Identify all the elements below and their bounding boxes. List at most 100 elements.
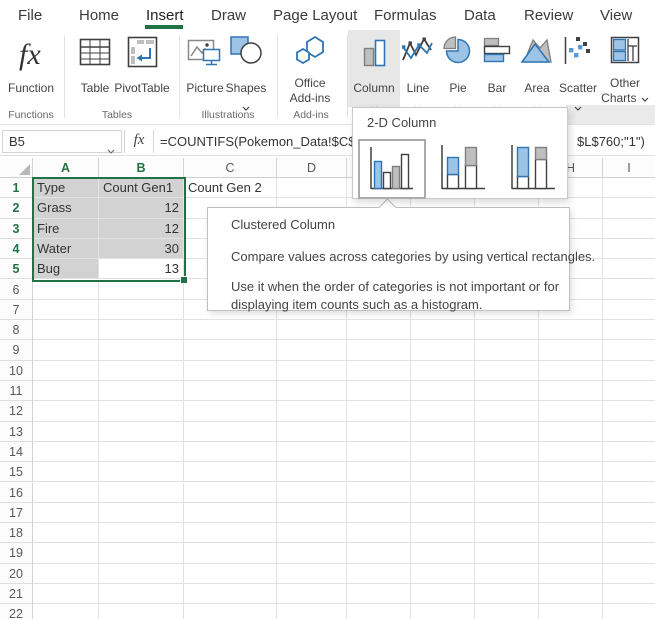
row-header-18[interactable]: 18 <box>0 523 33 543</box>
cell-I1[interactable] <box>603 178 655 198</box>
cell-I16[interactable] <box>603 483 655 503</box>
row-header-6[interactable]: 6 <box>0 280 33 300</box>
column-header-C[interactable]: C <box>184 158 277 178</box>
cell-C11[interactable] <box>184 381 277 401</box>
cell-I15[interactable] <box>603 462 655 482</box>
cell-I10[interactable] <box>603 361 655 381</box>
cell-I11[interactable] <box>603 381 655 401</box>
cell-D15[interactable] <box>277 462 347 482</box>
cell-I5[interactable] <box>603 259 655 279</box>
cell-A20[interactable] <box>33 564 99 584</box>
cell-B13[interactable] <box>99 422 184 442</box>
select-all-button[interactable] <box>0 158 33 178</box>
cell-E18[interactable] <box>347 523 411 543</box>
cell-E16[interactable] <box>347 483 411 503</box>
row-header-13[interactable]: 13 <box>0 422 33 442</box>
cell-C18[interactable] <box>184 523 277 543</box>
cell-A10[interactable] <box>33 361 99 381</box>
cell-F12[interactable] <box>411 401 475 421</box>
cell-I17[interactable] <box>603 503 655 523</box>
cell-H13[interactable] <box>539 422 603 442</box>
function-button[interactable]: fx Function <box>3 30 59 107</box>
line-chart-button[interactable]: Line <box>398 30 438 107</box>
cell-F19[interactable] <box>411 543 475 563</box>
cell-C21[interactable] <box>184 584 277 604</box>
row-header-16[interactable]: 16 <box>0 483 33 503</box>
cell-B21[interactable] <box>99 584 184 604</box>
cell-C17[interactable] <box>184 503 277 523</box>
cell-H8[interactable] <box>539 320 603 340</box>
cell-G12[interactable] <box>475 401 539 421</box>
cell-E21[interactable] <box>347 584 411 604</box>
tab-draw[interactable]: Draw <box>211 7 246 24</box>
row-header-5[interactable]: 5 <box>0 259 33 279</box>
cell-E15[interactable] <box>347 462 411 482</box>
cell-E17[interactable] <box>347 503 411 523</box>
shapes-button[interactable]: Shapes <box>224 30 268 107</box>
cell-I14[interactable] <box>603 442 655 462</box>
cell-D22[interactable] <box>277 604 347 619</box>
cell-B7[interactable] <box>99 300 184 320</box>
cell-B18[interactable] <box>99 523 184 543</box>
bar-chart-button[interactable]: Bar <box>479 30 515 107</box>
cell-F9[interactable] <box>411 340 475 360</box>
cell-I12[interactable] <box>603 401 655 421</box>
cell-I4[interactable] <box>603 239 655 259</box>
cell-C15[interactable] <box>184 462 277 482</box>
cell-F16[interactable] <box>411 483 475 503</box>
cell-D16[interactable] <box>277 483 347 503</box>
cell-A3[interactable]: Fire <box>33 219 99 239</box>
cell-G20[interactable] <box>475 564 539 584</box>
cell-I3[interactable] <box>603 219 655 239</box>
cell-B1[interactable]: Count Gen1 <box>99 178 184 198</box>
cell-A22[interactable] <box>33 604 99 619</box>
cell-A6[interactable] <box>33 280 99 300</box>
cell-F15[interactable] <box>411 462 475 482</box>
picture-button[interactable]: Picture <box>183 30 227 107</box>
cell-E13[interactable] <box>347 422 411 442</box>
row-header-2[interactable]: 2 <box>0 198 33 218</box>
other-charts-button[interactable]: Other Charts <box>596 30 654 107</box>
cell-C8[interactable] <box>184 320 277 340</box>
cell-A8[interactable] <box>33 320 99 340</box>
cell-G13[interactable] <box>475 422 539 442</box>
cell-D12[interactable] <box>277 401 347 421</box>
row-header-11[interactable]: 11 <box>0 381 33 401</box>
tab-insert[interactable]: Insert <box>146 7 184 24</box>
cell-B12[interactable] <box>99 401 184 421</box>
cell-G15[interactable] <box>475 462 539 482</box>
cell-C13[interactable] <box>184 422 277 442</box>
cell-I18[interactable] <box>603 523 655 543</box>
cell-B4[interactable]: 30 <box>99 239 184 259</box>
column-chart-button[interactable]: Column <box>348 30 400 107</box>
cell-H11[interactable] <box>539 381 603 401</box>
cell-I20[interactable] <box>603 564 655 584</box>
cell-B22[interactable] <box>99 604 184 619</box>
cell-C20[interactable] <box>184 564 277 584</box>
row-header-15[interactable]: 15 <box>0 462 33 482</box>
cell-D17[interactable] <box>277 503 347 523</box>
100-percent-stacked-column-option[interactable] <box>505 143 561 197</box>
row-header-9[interactable]: 9 <box>0 340 33 360</box>
cell-G21[interactable] <box>475 584 539 604</box>
chevron-down-icon[interactable] <box>107 139 115 160</box>
cell-F11[interactable] <box>411 381 475 401</box>
cell-D8[interactable] <box>277 320 347 340</box>
cell-B19[interactable] <box>99 543 184 563</box>
cell-F21[interactable] <box>411 584 475 604</box>
tab-formulas[interactable]: Formulas <box>374 7 437 24</box>
tab-review[interactable]: Review <box>524 7 573 24</box>
cell-A7[interactable] <box>33 300 99 320</box>
row-header-12[interactable]: 12 <box>0 401 33 421</box>
cell-A17[interactable] <box>33 503 99 523</box>
cell-E12[interactable] <box>347 401 411 421</box>
cell-H19[interactable] <box>539 543 603 563</box>
cell-B20[interactable] <box>99 564 184 584</box>
cell-I21[interactable] <box>603 584 655 604</box>
column-header-A[interactable]: A <box>33 158 99 178</box>
clustered-column-option[interactable] <box>358 139 426 199</box>
cell-H21[interactable] <box>539 584 603 604</box>
cell-F20[interactable] <box>411 564 475 584</box>
cell-F17[interactable] <box>411 503 475 523</box>
cell-B9[interactable] <box>99 340 184 360</box>
